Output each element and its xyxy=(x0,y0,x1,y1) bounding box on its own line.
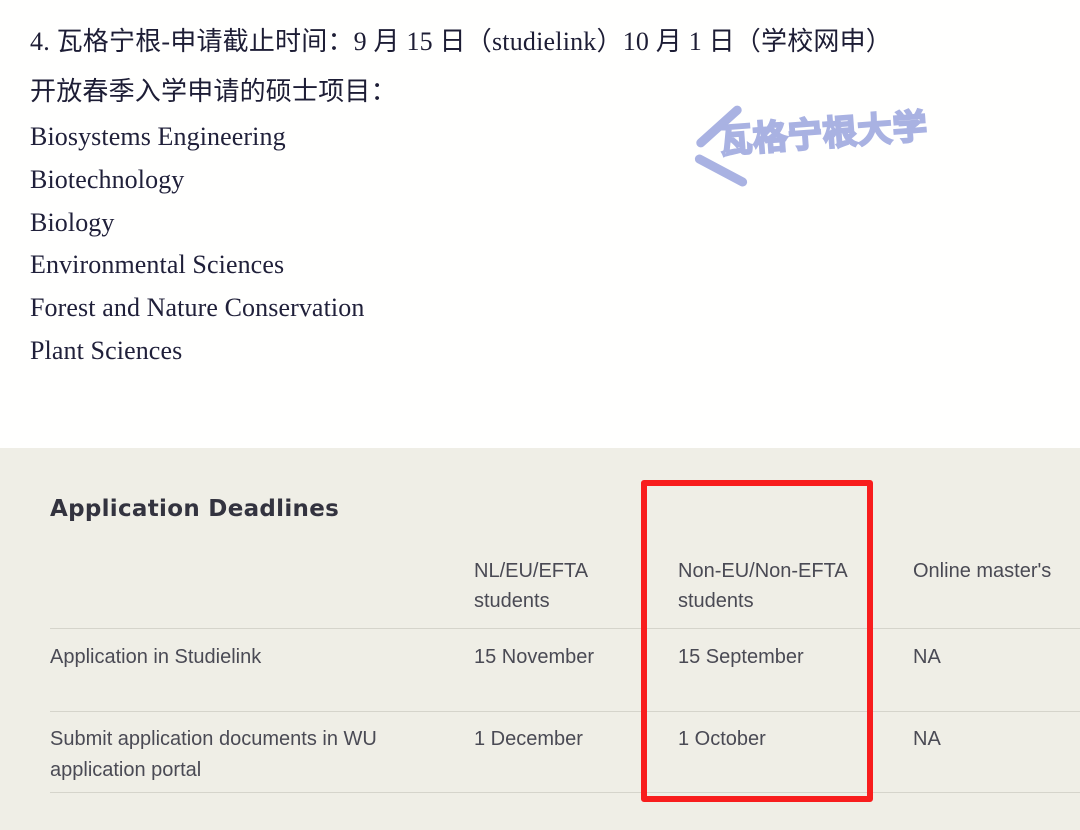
list-item: Environmental Sciences xyxy=(30,250,285,279)
list-item: Biosystems Engineering xyxy=(30,122,286,151)
page-title: Application Deadlines xyxy=(50,496,340,522)
table-divider xyxy=(50,628,1080,629)
article-heading-line-2: 开放春季入学申请的硕士项目： xyxy=(30,77,397,106)
table-row-label: Submit application documents in WU appli… xyxy=(50,728,377,781)
table-cell: NA xyxy=(913,728,941,750)
table-cell: 15 September xyxy=(678,646,804,668)
table-divider xyxy=(50,792,1080,793)
table-row-label: Application in Studielink xyxy=(50,646,262,668)
table-column-header-non-eu: Non-EU/Non-EFTA students xyxy=(678,560,847,612)
watermark-stroke-lower-icon xyxy=(693,152,749,189)
watermark: 瓦格宁根大学 xyxy=(688,103,958,196)
article-region: 4. 瓦格宁根-申请截止时间：9 月 15 日（studielink）10 月 … xyxy=(0,0,1080,448)
watermark-stroke-upper-icon xyxy=(694,103,744,150)
table-column-header-nl-eu-efta: NL/EU/EFTA students xyxy=(474,560,587,612)
list-item: Biotechnology xyxy=(30,165,185,194)
table-cell: 1 October xyxy=(678,728,766,750)
table-cell: 1 December xyxy=(474,728,583,750)
table-divider xyxy=(50,711,1080,712)
table-cell: NA xyxy=(913,646,941,668)
table-column-header-online: Online master's xyxy=(913,560,1052,582)
list-item: Biology xyxy=(30,208,115,237)
article-heading-line-1: 4. 瓦格宁根-申请截止时间：9 月 15 日（studielink）10 月 … xyxy=(30,27,893,56)
list-item: Forest and Nature Conservation xyxy=(30,293,365,322)
watermark-text: 瓦格宁根大学 xyxy=(716,106,931,163)
table-cell: 15 November xyxy=(474,646,595,668)
list-item: Plant Sciences xyxy=(30,336,183,365)
